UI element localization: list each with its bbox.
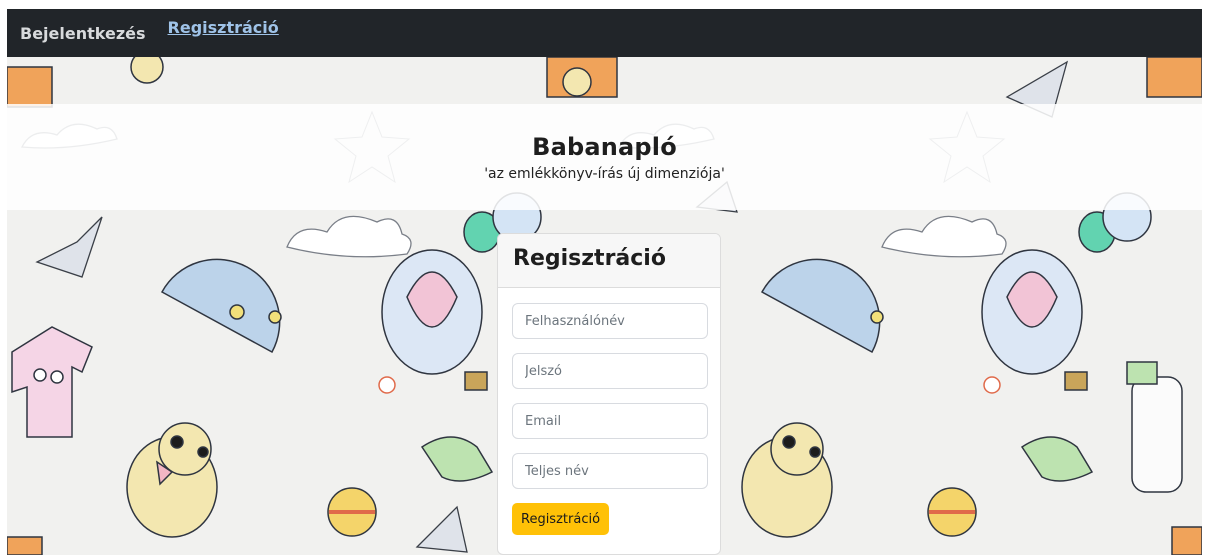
registration-card: Regisztráció Regisztráció (497, 233, 721, 555)
site-title: Babanapló (532, 133, 677, 161)
registration-form: Regisztráció (498, 288, 720, 535)
username-input[interactable] (512, 303, 708, 339)
registration-title: Regisztráció (513, 246, 666, 271)
navbar: Bejelentkezés Regisztráció (7, 9, 1202, 57)
site-tagline: 'az emlékkönyv-írás új dimenziója' (484, 166, 725, 182)
password-input[interactable] (512, 353, 708, 389)
nav-link-login[interactable]: Bejelentkezés (20, 24, 146, 43)
registration-card-header: Regisztráció (498, 234, 720, 288)
fullname-input[interactable] (512, 453, 708, 489)
hero-banner: Babanapló 'az emlékkönyv-írás új dimenzi… (7, 104, 1202, 210)
browser-viewport: Bejelentkezés Regisztráció Babanapló 'az… (7, 9, 1202, 555)
register-button[interactable]: Regisztráció (512, 503, 610, 535)
email-input[interactable] (512, 403, 708, 439)
nav-link-register[interactable]: Regisztráció (168, 18, 279, 37)
